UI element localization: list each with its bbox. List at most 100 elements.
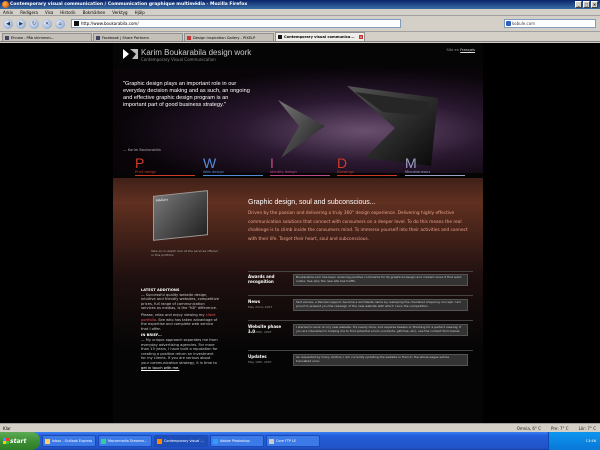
category-drawings[interactable]: D Drawings (337, 156, 399, 176)
status-text: Klar (3, 425, 11, 431)
menu-file[interactable]: Arkiv (3, 10, 13, 15)
weather-status: Omnia, 6° C Pre: 7° C Lör: 7° C (517, 426, 600, 431)
taskbar-item[interactable]: Adobe Photoshop (210, 435, 264, 447)
taskbar-item[interactable]: Inbox - Outlook Express (42, 435, 96, 447)
category-letter: I (270, 155, 274, 171)
menu-view[interactable]: Visa (45, 10, 53, 15)
close-tab-icon[interactable]: × (359, 35, 363, 39)
news-text: As requested by many visitors, I am curr… (293, 354, 468, 366)
tab-favicon (5, 35, 9, 40)
search-input[interactable]: kobule.com (504, 19, 596, 28)
news-text: Text stories, a Parisian legend, became … (293, 299, 468, 311)
brief-body: — My unique approach separates me from e… (141, 338, 219, 370)
category-letter: D (337, 155, 348, 171)
clock[interactable]: 13:46 (586, 439, 596, 443)
lang-link-french[interactable]: Français (460, 48, 475, 52)
news-text: I started to work on my new website. It'… (293, 324, 468, 336)
news-divider (248, 295, 473, 296)
window-controls: _ □ × (575, 1, 598, 8)
menu-help[interactable]: Hjälp (135, 10, 145, 15)
tab-strip: Ehnwa - Påb shimmen... Facebook | Share … (0, 32, 600, 42)
latest-body-2: Please, relax and enjoy viewing my clien… (141, 313, 219, 331)
tab-2[interactable]: Facebook | Share Partners (93, 33, 183, 41)
menu-tools[interactable]: Verktyg (112, 10, 127, 15)
system-tray: 13:46 (548, 432, 600, 450)
lang-prefix: Site en (446, 48, 460, 52)
close-icon[interactable]: × (591, 1, 598, 8)
taskbar: start Inbox - Outlook Express Macromedia… (0, 432, 600, 450)
promo-caption: Take an in-depth look at the services of… (151, 249, 218, 257)
news-date: May 22nd, 2007 (248, 305, 273, 309)
tab-4-active[interactable]: Contemporary visual communica... × (275, 32, 365, 41)
news-date: June 10th, 2007 (248, 280, 272, 284)
tab-1[interactable]: Ehnwa - Påb shimmen... (2, 33, 92, 41)
category-print[interactable]: P Print design (135, 156, 197, 176)
category-letter: P (135, 155, 145, 171)
firefox-window: Contemporary visual communication / Comm… (0, 0, 600, 450)
windows-flag-icon (3, 438, 9, 444)
kb-logo-icon[interactable] (123, 49, 138, 59)
category-web[interactable]: W Web design (203, 156, 265, 176)
news-date: May 20th, 2007 (248, 330, 272, 334)
navigation-toolbar: ◀ ▶ ↻ ✕ ⌂ http://www.boukarabila.com/ ko… (0, 16, 600, 32)
taskbar-label: Core FTP LE (276, 439, 297, 443)
weather-item[interactable]: Lör: 7° C (579, 426, 596, 431)
site-favicon (74, 21, 79, 26)
news-divider (248, 320, 473, 321)
forward-icon[interactable]: ▶ (16, 18, 26, 29)
tab-3[interactable]: Design Inspiration Gallery - PIXELP (184, 33, 274, 41)
heart-icon (187, 35, 191, 40)
category-underline (405, 175, 465, 176)
language-switch: Site en Français (447, 48, 476, 52)
menu-history[interactable]: Historik (60, 10, 75, 15)
contact-link[interactable]: get in touch with me. (141, 366, 179, 370)
taskbar-label: Inbox - Outlook Express (52, 439, 93, 443)
home-icon[interactable]: ⌂ (55, 18, 65, 29)
photoshop-icon (213, 438, 218, 444)
stop-icon[interactable]: ✕ (42, 18, 52, 29)
menu-edit[interactable]: Redigera (20, 10, 38, 15)
weather-item[interactable]: Omnia, 6° C (517, 426, 541, 431)
news-text: Boukarabila.com has been receiving posit… (293, 274, 468, 286)
taskbar-item[interactable]: Macromedia Dreamw... (98, 435, 152, 447)
taskbar-item-active[interactable]: Contemporary visual ... (154, 435, 208, 447)
news-heading[interactable]: Updates (248, 354, 288, 359)
start-label: start (10, 437, 27, 445)
service-categories: P Print design W Web design I Identity d… (135, 156, 465, 178)
category-misc[interactable]: M Miscellaneous (405, 156, 467, 176)
tab-favicon (278, 35, 282, 39)
reload-icon[interactable]: ↻ (29, 18, 39, 29)
website: Karim Boukarabila design work Contempora… (113, 43, 483, 423)
maximize-icon[interactable]: □ (583, 1, 590, 8)
category-label: Miscellaneous (405, 170, 431, 174)
minimize-icon[interactable]: _ (575, 1, 582, 8)
brief-text: — My unique approach separates me from e… (141, 337, 218, 365)
latest-body: — Successful quality website design, int… (141, 292, 219, 311)
news-divider (248, 271, 473, 272)
promo-image[interactable]: M&Gary (153, 190, 208, 241)
tab-favicon (96, 35, 100, 40)
category-letter: M (405, 155, 417, 171)
status-bar: Klar Omnia, 6° C Pre: 7° C Lör: 7° C (0, 423, 600, 432)
url-bar[interactable]: http://www.boukarabila.com/ (71, 19, 401, 28)
news-date: May 19th, 2007 (248, 360, 272, 364)
category-identity[interactable]: I Identity design (270, 156, 332, 176)
taskbar-label: Macromedia Dreamw... (108, 439, 147, 443)
category-label: Drawings (337, 170, 354, 174)
weather-item[interactable]: Pre: 7° C (551, 426, 569, 431)
start-button[interactable]: start (0, 432, 40, 450)
category-label: Print design (135, 170, 157, 174)
menu-bookmarks[interactable]: Bokmärken (83, 10, 106, 15)
intro-text: Driven by the passion and delivering a t… (248, 211, 468, 242)
category-underline (203, 175, 263, 176)
latest-text: Please, relax and enjoy viewing my (141, 312, 205, 317)
category-underline (270, 175, 330, 176)
category-underline (337, 175, 397, 176)
back-icon[interactable]: ◀ (3, 18, 13, 29)
page-content: Karim Boukarabila design work Contempora… (0, 43, 600, 423)
taskbar-item[interactable]: Core FTP LE (266, 435, 320, 447)
taskbar-label: Adobe Photoshop (220, 439, 250, 443)
category-label: Identity design (270, 170, 297, 174)
url-text: http://www.boukarabila.com/ (81, 21, 139, 26)
news-heading[interactable]: News (248, 299, 288, 304)
